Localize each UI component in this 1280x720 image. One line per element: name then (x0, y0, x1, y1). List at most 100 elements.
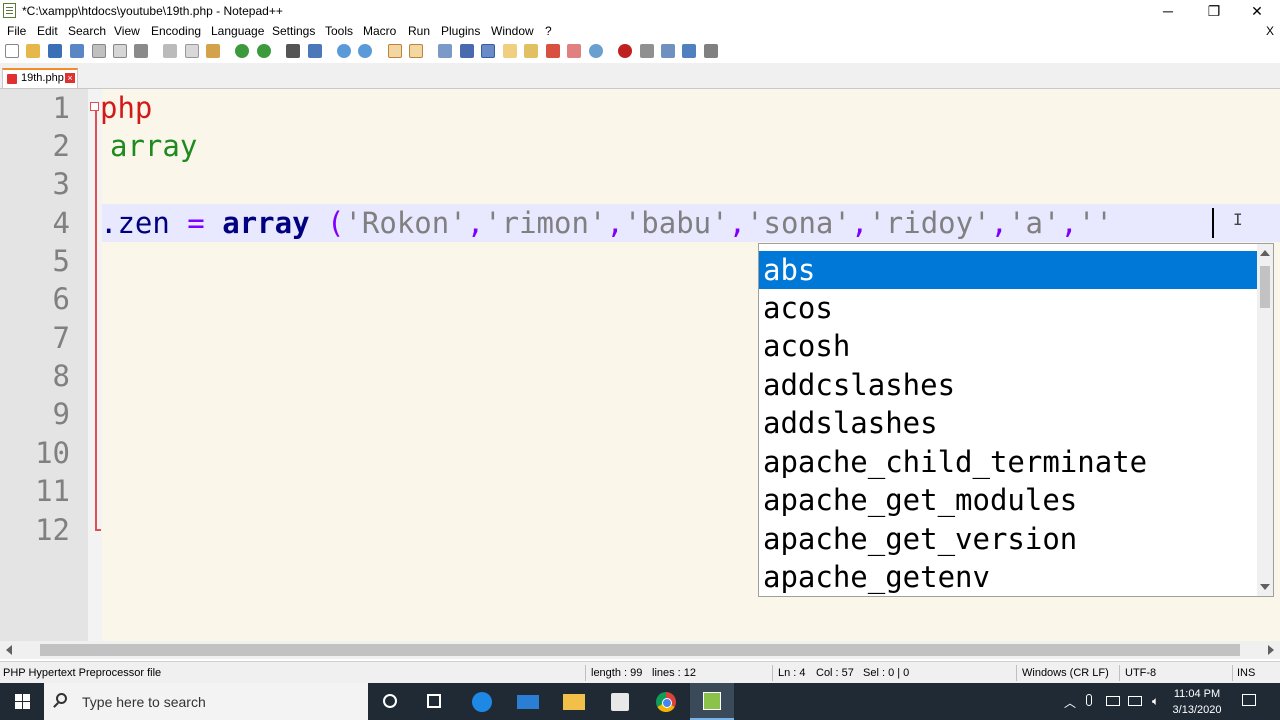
autocomplete-list[interactable]: abs acos acosh addcslashes addslashes ap… (758, 243, 1274, 597)
cortana-button[interactable] (368, 683, 412, 720)
new-file-icon[interactable] (5, 44, 19, 58)
comma: , (990, 206, 1008, 240)
menu-macro[interactable]: Macro (363, 24, 396, 38)
restore-button[interactable]: ❐ (1191, 0, 1237, 22)
close-file-icon[interactable] (92, 44, 106, 58)
taskbar-search-box[interactable]: Type here to search (44, 683, 368, 720)
comma: , (728, 206, 747, 240)
network-icon[interactable] (1128, 696, 1142, 706)
taskbar-chrome[interactable] (644, 683, 688, 720)
close-all-icon[interactable] (113, 44, 127, 58)
menu-view[interactable]: View (114, 24, 140, 38)
taskbar-clock[interactable]: 11:04 PM 3/13/2020 (1162, 686, 1232, 718)
stop-macro-icon[interactable] (640, 44, 654, 58)
code-line-4[interactable]: .zen = array ('Rokon','rimon','babu','so… (100, 204, 1278, 242)
menu-window[interactable]: Window (491, 24, 534, 38)
battery-icon[interactable] (1106, 696, 1120, 706)
code-line-2[interactable]: array (110, 127, 1280, 165)
autocomplete-item[interactable]: addslashes (759, 404, 1258, 442)
open-file-icon[interactable] (26, 44, 40, 58)
run-macro-multiple-icon[interactable] (682, 44, 696, 58)
menu-settings[interactable]: Settings (272, 24, 315, 38)
menu-language[interactable]: Language (211, 24, 264, 38)
start-button[interactable] (0, 683, 44, 720)
close-document-button[interactable]: X (1266, 24, 1274, 38)
horizontal-scroll-thumb[interactable] (40, 644, 1240, 656)
taskbar-notepadpp[interactable] (690, 683, 734, 720)
menu-run[interactable]: Run (408, 24, 430, 38)
status-divider (772, 665, 773, 681)
monitoring-icon[interactable] (589, 44, 603, 58)
find-icon[interactable] (286, 44, 300, 58)
code-line-1[interactable]: php (100, 89, 1278, 127)
autocomplete-item[interactable]: abs (759, 251, 1258, 289)
fold-line (95, 109, 97, 529)
menu-edit[interactable]: Edit (37, 24, 58, 38)
undo-icon[interactable] (235, 44, 249, 58)
taskbar-file-explorer[interactable] (552, 683, 596, 720)
copy-icon[interactable] (185, 44, 199, 58)
scroll-left-arrow-icon[interactable] (6, 645, 12, 655)
paste-icon[interactable] (206, 44, 220, 58)
menu-tools[interactable]: Tools (325, 24, 353, 38)
menu-file[interactable]: File (7, 24, 26, 38)
fold-toggle-icon[interactable] (90, 102, 99, 111)
taskbar-edge[interactable] (460, 683, 504, 720)
autocomplete-item[interactable]: acosh (759, 327, 1258, 365)
record-macro-icon[interactable] (618, 44, 632, 58)
zoom-out-icon[interactable] (358, 44, 372, 58)
autocomplete-item[interactable]: acos (759, 289, 1258, 327)
autocomplete-item[interactable]: apache_get_version (759, 520, 1258, 558)
scroll-right-arrow-icon[interactable] (1268, 645, 1274, 655)
user-language-icon[interactable] (503, 44, 517, 58)
tab-19th-php[interactable]: 19th.php × (2, 68, 78, 88)
function-list-icon[interactable] (546, 44, 560, 58)
array-keyword: array (222, 206, 310, 240)
print-icon[interactable] (134, 44, 148, 58)
tab-close-icon[interactable]: × (65, 73, 75, 83)
volume-icon[interactable]: 🔈︎ (1152, 694, 1159, 709)
cut-icon[interactable] (163, 44, 177, 58)
menu-help[interactable]: ? (545, 24, 552, 38)
document-map-icon[interactable] (524, 44, 538, 58)
save-macro-icon[interactable] (704, 44, 718, 58)
close-button[interactable]: ✕ (1234, 0, 1280, 22)
status-divider (1232, 665, 1233, 681)
autocomplete-item[interactable]: apache_getenv (759, 558, 1258, 596)
word-wrap-icon[interactable] (438, 44, 452, 58)
notepadpp-icon (703, 692, 721, 710)
sync-vertical-icon[interactable] (388, 44, 402, 58)
scroll-up-arrow-icon[interactable] (1260, 250, 1270, 256)
taskbar-mail[interactable] (506, 683, 550, 720)
scroll-thumb[interactable] (1260, 266, 1270, 308)
play-macro-icon[interactable] (661, 44, 675, 58)
replace-icon[interactable] (308, 44, 322, 58)
line-number: 1 (52, 91, 70, 125)
zoom-in-icon[interactable] (337, 44, 351, 58)
folder-workspace-icon[interactable] (567, 44, 581, 58)
autocomplete-item[interactable]: apache_get_modules (759, 481, 1258, 519)
microphone-icon[interactable] (1086, 694, 1092, 706)
redo-icon[interactable] (257, 44, 271, 58)
minimize-button[interactable]: ─ (1145, 0, 1191, 22)
menu-plugins[interactable]: Plugins (441, 24, 480, 38)
autocomplete-scrollbar[interactable] (1257, 244, 1273, 596)
autocomplete-item[interactable]: apache_child_terminate (759, 443, 1258, 481)
taskbar-store[interactable] (598, 683, 642, 720)
scroll-down-arrow-icon[interactable] (1260, 584, 1270, 590)
horizontal-scrollbar[interactable] (0, 641, 1280, 659)
action-center-notification-icon[interactable] (1242, 694, 1256, 706)
line-number: 6 (52, 282, 70, 316)
save-icon[interactable] (48, 44, 62, 58)
autocomplete-item[interactable]: addcslashes (759, 366, 1258, 404)
sync-horizontal-icon[interactable] (409, 44, 423, 58)
save-all-icon[interactable] (70, 44, 84, 58)
menu-encoding[interactable]: Encoding (151, 24, 201, 38)
line-number: 4 (52, 206, 70, 240)
task-view-button[interactable] (412, 683, 456, 720)
notepadpp-app-icon (3, 3, 16, 18)
show-hidden-icons-chevron-icon[interactable]: ︿ (1064, 694, 1076, 711)
indent-guide-icon[interactable] (481, 44, 495, 58)
show-all-chars-icon[interactable] (460, 44, 474, 58)
menu-search[interactable]: Search (68, 24, 106, 38)
